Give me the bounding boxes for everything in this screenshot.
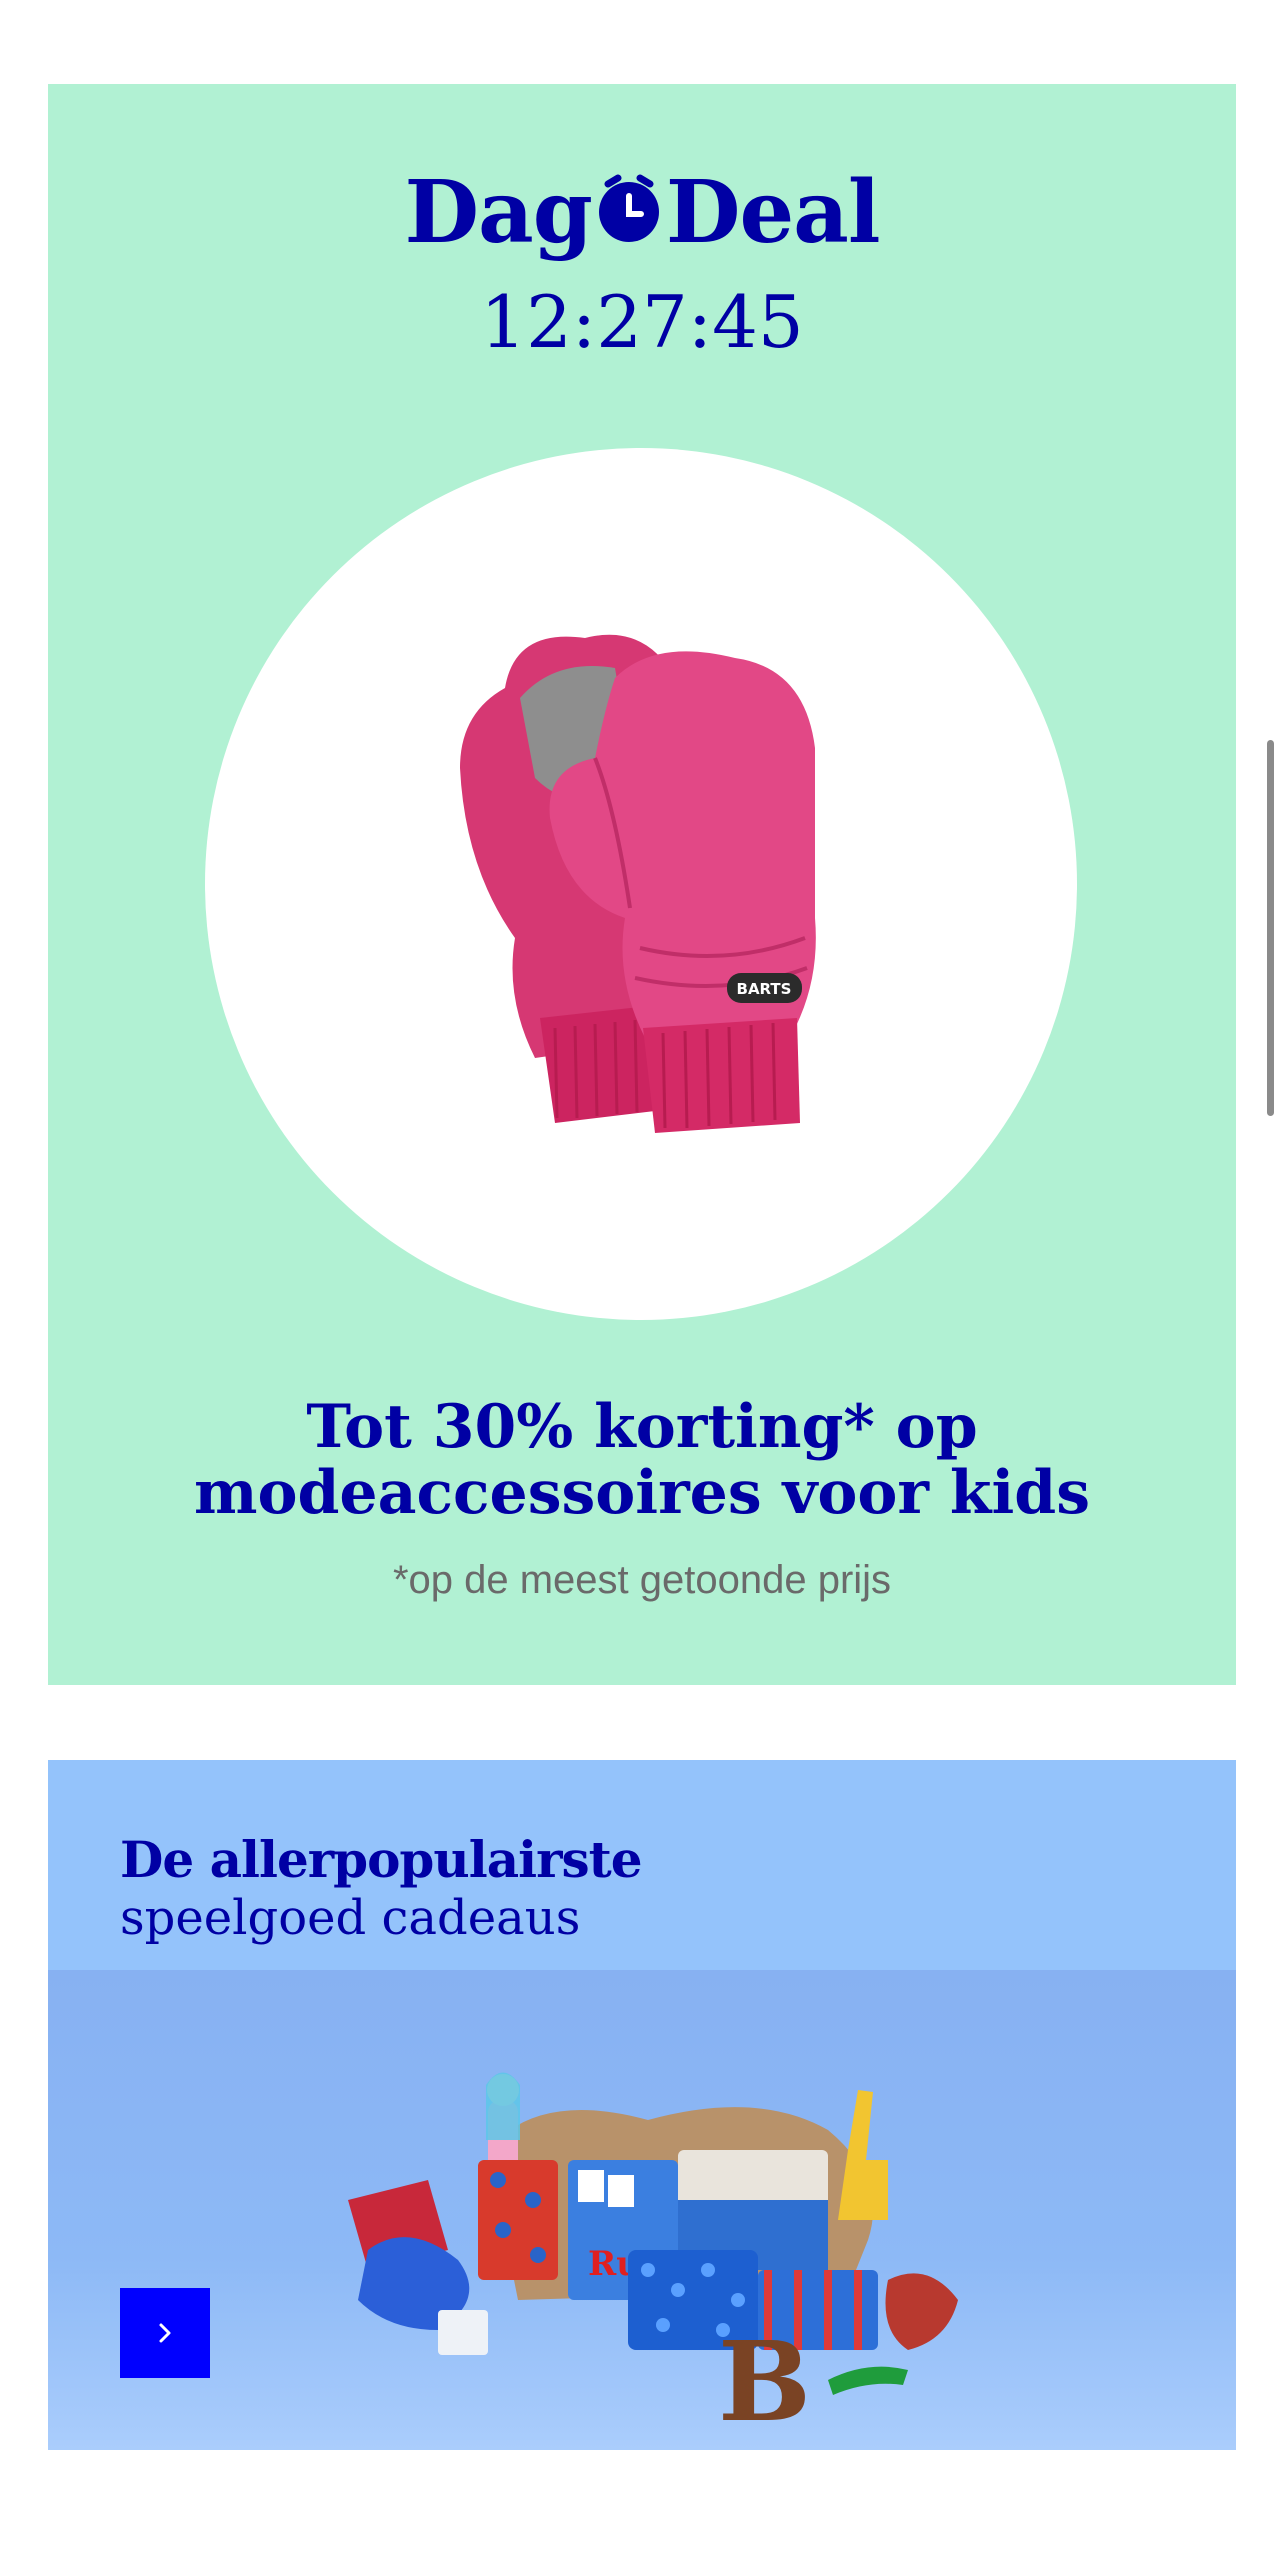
promo-image: Rum B bbox=[48, 1970, 1236, 2450]
promo-title: De allerpopulairste bbox=[120, 1830, 643, 1889]
chevron-right-icon bbox=[159, 2323, 171, 2343]
promo-next-button[interactable] bbox=[120, 2288, 210, 2378]
dagdeal-card[interactable]: Dag Deal 12:27:45 BARTS Tot 30% korting*… bbox=[48, 84, 1236, 1685]
promo-header: De allerpopulairste speelgoed cadeaus bbox=[48, 1760, 1236, 1970]
deal-headline: Tot 30% korting* op modeaccessoires voor… bbox=[48, 1394, 1236, 1526]
clock-icon bbox=[594, 164, 664, 242]
countdown-timer: 12:27:45 bbox=[480, 280, 804, 364]
headline-line-2: modeaccessoires voor kids bbox=[193, 1458, 1091, 1528]
product-circle[interactable]: BARTS bbox=[205, 448, 1077, 1320]
toy-gifts-promo-card[interactable]: De allerpopulairste speelgoed cadeaus Ru… bbox=[48, 1760, 1236, 2450]
page-scrollbar[interactable] bbox=[1267, 740, 1274, 1116]
svg-text:B: B bbox=[718, 2317, 811, 2430]
toys-image: Rum B bbox=[348, 2072, 958, 2430]
headline-line-1: Tot 30% korting* op bbox=[306, 1392, 978, 1462]
product-image-mittens: BARTS bbox=[460, 634, 816, 1133]
price-footnote: *op de meest getoonde prijs bbox=[392, 1558, 892, 1602]
brand-label: BARTS bbox=[737, 980, 792, 998]
promo-subtitle: speelgoed cadeaus bbox=[120, 1890, 581, 1946]
dagdeal-logo: Dag Deal bbox=[404, 162, 880, 263]
